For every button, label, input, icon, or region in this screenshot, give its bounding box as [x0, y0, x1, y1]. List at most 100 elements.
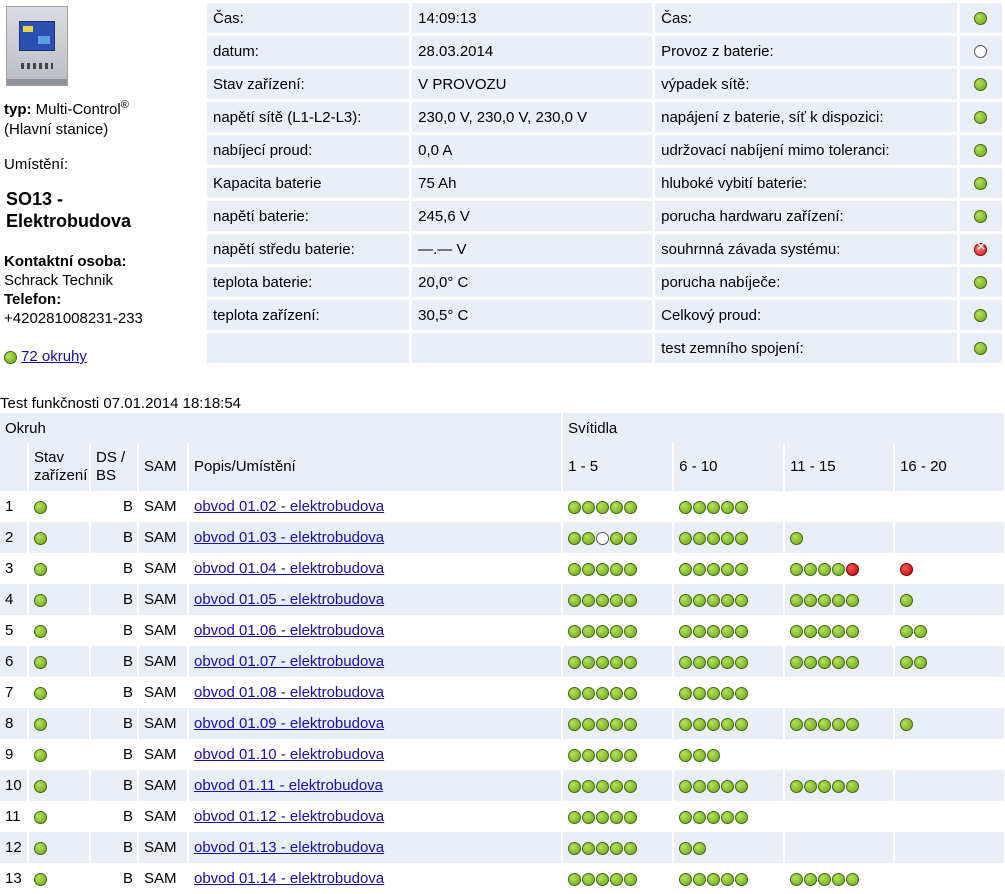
- circuit-link[interactable]: obvod 01.07 - elektrobudova: [194, 653, 384, 670]
- circuit-state: [28, 615, 91, 646]
- luminaire-status-icon: [914, 655, 928, 669]
- luminaire-status-icon: [610, 500, 624, 514]
- luminaire-status-icon: [568, 500, 582, 514]
- luminaire-status-icon: [624, 872, 638, 886]
- circuit-description: obvod 01.14 - elektrobudova: [188, 863, 564, 894]
- luminaire-group-4: [894, 677, 1005, 708]
- column-range-1-5: 1 - 5: [562, 443, 675, 491]
- luminaire-status-icon: [568, 748, 582, 762]
- luminaire-status-icon: [846, 655, 860, 669]
- status-value: V PROVOZU: [412, 69, 653, 99]
- status-row: Čas: 14:09:13 Čas:: [207, 3, 1002, 33]
- typ-label: typ:: [4, 101, 32, 118]
- circuit-state: [28, 646, 91, 677]
- luminaire-status-icon: [790, 562, 804, 576]
- luminaire-group-4: [894, 863, 1005, 894]
- column-ds-bs-l2: BS: [96, 467, 117, 484]
- luminaire-group-2: [673, 615, 786, 646]
- status-value: 28.03.2014: [412, 36, 653, 66]
- luminaire-status-icon: [679, 686, 693, 700]
- circuit-link[interactable]: obvod 01.10 - elektrobudova: [194, 746, 384, 763]
- status-value: 30,5° C: [412, 300, 653, 330]
- luminaire-group-4: [894, 708, 1005, 739]
- circuit-link[interactable]: obvod 01.08 - elektrobudova: [194, 684, 384, 701]
- luminaire-status-icon: [707, 779, 721, 793]
- column-number: [0, 443, 29, 491]
- luminaire-status-icon: [610, 872, 624, 886]
- luminaire-status-icon: [582, 686, 596, 700]
- typ-value: Multi-Control: [35, 101, 121, 118]
- circuit-state: [28, 677, 91, 708]
- typ-subtitle: (Hlavní stanice): [4, 121, 109, 138]
- luminaire-status-icon: [721, 500, 735, 514]
- luminaire-status-icon: [624, 655, 638, 669]
- luminaire-status-icon: [693, 810, 707, 824]
- luminaire-status-icon: [693, 686, 707, 700]
- luminaire-group-2: [673, 770, 786, 801]
- circuit-sam: SAM: [138, 522, 189, 553]
- circuit-link[interactable]: obvod 01.12 - elektrobudova: [194, 808, 384, 825]
- status-label: napětí sítě (L1-L2-L3):: [207, 102, 410, 132]
- circuit-status-icon: [34, 500, 47, 514]
- circuit-sam: SAM: [138, 553, 189, 584]
- circuit-row: 1 B SAM obvod 01.02 - elektrobudova: [0, 491, 1005, 522]
- luminaire-status-icon: [582, 717, 596, 731]
- indicator-label: porucha hardwaru zařízení:: [655, 201, 957, 231]
- circuit-link[interactable]: obvod 01.05 - elektrobudova: [194, 591, 384, 608]
- circuit-status-icon: [34, 624, 47, 638]
- circuit-link[interactable]: obvod 01.03 - elektrobudova: [194, 529, 384, 546]
- indicator-label: Čas:: [655, 3, 957, 33]
- status-indicator-icon: [973, 12, 987, 26]
- luminaire-status-icon: [818, 624, 832, 638]
- status-row: test zemního spojení:: [207, 333, 1002, 363]
- circuit-link[interactable]: obvod 01.11 - elektrobudova: [194, 777, 383, 794]
- circuit-state: [28, 770, 91, 801]
- circuit-ds-bs: B: [90, 739, 139, 770]
- luminaire-group-4: [894, 615, 1005, 646]
- circuit-link[interactable]: obvod 01.02 - elektrobudova: [194, 498, 384, 515]
- luminaire-status-icon: [818, 872, 832, 886]
- circuit-link[interactable]: obvod 01.13 - elektrobudova: [194, 839, 384, 856]
- status-label: teplota zařízení:: [207, 300, 410, 330]
- typ-registered-mark: ®: [120, 99, 129, 111]
- circuit-link[interactable]: obvod 01.14 - elektrobudova: [194, 870, 384, 887]
- luminaire-group-2: [673, 832, 786, 863]
- luminaire-status-icon: [721, 686, 735, 700]
- circuit-row: 8 B SAM obvod 01.09 - elektrobudova: [0, 708, 1005, 739]
- luminaire-group-4: [894, 646, 1005, 677]
- indicator-state: [959, 168, 1002, 198]
- circuit-status-icon: [34, 810, 47, 824]
- circuit-number: 11: [0, 801, 29, 832]
- circuits-link[interactable]: 72 okruhy: [21, 348, 87, 365]
- column-ds-bs-l1: DS /: [96, 449, 126, 466]
- circuit-description: obvod 01.09 - elektrobudova: [188, 708, 564, 739]
- status-value: [412, 333, 653, 363]
- circuit-link[interactable]: obvod 01.09 - elektrobudova: [194, 715, 384, 732]
- device-type: typ: Multi-Control® (Hlavní stanice): [4, 95, 129, 140]
- circuit-ds-bs: B: [90, 801, 139, 832]
- luminaire-status-icon: [707, 562, 721, 576]
- luminaire-status-icon: [610, 562, 624, 576]
- circuit-sam: SAM: [138, 739, 189, 770]
- luminaire-group-1: [562, 522, 675, 553]
- circuit-ds-bs: B: [90, 615, 139, 646]
- luminaire-status-icon: [624, 593, 638, 607]
- luminaire-status-icon: [721, 624, 735, 638]
- status-label: napětí středu baterie:: [207, 234, 410, 264]
- luminaire-group-2: [673, 739, 786, 770]
- luminaire-status-icon: [679, 624, 693, 638]
- luminaire-status-icon: [568, 841, 582, 855]
- circuit-number: 4: [0, 584, 29, 615]
- luminaire-status-icon: [693, 872, 707, 886]
- luminaire-status-icon: [568, 531, 582, 545]
- luminaire-status-icon: [721, 717, 735, 731]
- luminaire-group-1: [562, 584, 675, 615]
- status-label: nabíjecí proud:: [207, 135, 410, 165]
- circuit-link[interactable]: obvod 01.06 - elektrobudova: [194, 622, 384, 639]
- luminaire-status-icon: [804, 872, 818, 886]
- luminaire-status-icon: [735, 500, 749, 514]
- luminaire-status-icon: [804, 562, 818, 576]
- circuit-link[interactable]: obvod 01.04 - elektrobudova: [194, 560, 384, 577]
- circuit-number: 10: [0, 770, 29, 801]
- location-value: SO13 - Elektrobudova: [6, 188, 131, 232]
